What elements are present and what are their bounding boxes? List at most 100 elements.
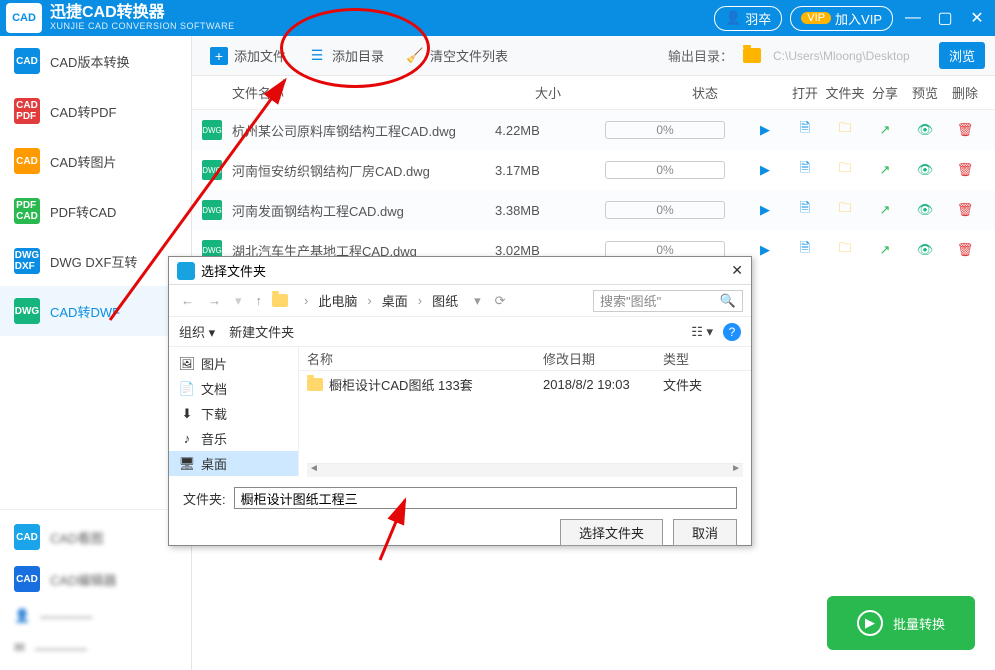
list-header-name[interactable]: 名称	[307, 349, 543, 368]
sidebar-item-contact1[interactable]: 👤————	[0, 600, 191, 632]
organize-menu[interactable]: 组织 ▾	[179, 322, 215, 341]
select-folder-button[interactable]: 选择文件夹	[560, 519, 663, 546]
sidebar-item-cad2pdf[interactable]: CADPDF CAD转PDF	[0, 86, 191, 136]
help-button[interactable]: ?	[723, 323, 741, 341]
sidebar-item-label: CAD转DWF	[50, 302, 120, 321]
list-header-date[interactable]: 修改日期	[543, 349, 663, 368]
sidebar-item-dwgdxf[interactable]: DWGDXF DWG DXF互转	[0, 236, 191, 286]
sidebar-item-label: CAD编辑器	[50, 570, 116, 589]
nav-up-button[interactable]: ↑	[252, 293, 267, 308]
play-row-button[interactable]: ▶	[745, 162, 785, 178]
share-button[interactable]: ↗	[865, 122, 905, 138]
share-button[interactable]: ↗	[865, 202, 905, 218]
sidebar-item-editor[interactable]: CAD CAD编辑器	[0, 558, 191, 600]
preview-button[interactable]: 👁	[905, 202, 945, 218]
open-file-button[interactable]: 🗎	[785, 119, 825, 141]
search-input[interactable]: 搜索"图纸" 🔍	[593, 290, 743, 312]
open-folder-button[interactable]: 🗀	[825, 239, 865, 261]
delete-button[interactable]: 🗑	[945, 162, 985, 178]
col-delete: 删除	[945, 83, 985, 102]
share-button[interactable]: ↗	[865, 242, 905, 258]
tree-item[interactable]: ⬇下载	[169, 401, 298, 426]
open-folder-button[interactable]: 🗀	[825, 159, 865, 181]
open-file-button[interactable]: 🗎	[785, 159, 825, 181]
sidebar-item-viewer[interactable]: CAD CAD看图	[0, 516, 191, 558]
sidebar-item-contact2[interactable]: ✉————	[0, 632, 191, 664]
delete-button[interactable]: 🗑	[945, 242, 985, 258]
progress-bar: 0%	[605, 161, 725, 179]
breadcrumb-1[interactable]: 桌面	[382, 291, 408, 310]
tree-item[interactable]: ♪音乐	[169, 426, 298, 451]
tree-icon: ♪	[179, 431, 195, 447]
dwg-icon: DWG	[202, 160, 222, 180]
list-item[interactable]: 橱柜设计CAD图纸 133套2018/8/2 19:03文件夹	[299, 371, 751, 397]
sidebar-item-pdf2cad[interactable]: PDFCAD PDF转CAD	[0, 186, 191, 236]
minimize-button[interactable]: —	[901, 6, 925, 30]
app-title: 迅捷CAD转换器	[50, 5, 714, 21]
add-dir-button[interactable]: ☰ 添加目录	[300, 42, 392, 69]
col-open: 打开	[785, 83, 825, 102]
dwg-icon: DWG	[202, 120, 222, 140]
open-folder-button[interactable]: 🗀	[825, 199, 865, 221]
nav-forward-button[interactable]: →	[204, 293, 225, 308]
list-item-type: 文件夹	[663, 375, 743, 394]
browse-button[interactable]: 浏览	[939, 42, 985, 69]
delete-button[interactable]: 🗑	[945, 122, 985, 138]
sidebar: CAD CAD版本转换 CADPDF CAD转PDF CAD CAD转图片 PD…	[0, 36, 192, 670]
nav-dropdown[interactable]: ▾	[231, 293, 246, 309]
breadcrumb-2[interactable]: 图纸	[432, 291, 458, 310]
sidebar-item-cad2img[interactable]: CAD CAD转图片	[0, 136, 191, 186]
file-name: 河南发面钢结构工程CAD.dwg	[232, 201, 495, 220]
breadcrumb-0[interactable]: 此电脑	[318, 291, 357, 310]
open-folder-button[interactable]: 🗀	[825, 119, 865, 141]
preview-button[interactable]: 👁	[905, 242, 945, 258]
tree-item[interactable]: 🖥桌面	[169, 451, 298, 476]
plus-icon: +	[210, 47, 228, 65]
folder-icon	[743, 48, 761, 63]
play-row-button[interactable]: ▶	[745, 202, 785, 218]
cancel-button[interactable]: 取消	[673, 519, 737, 546]
dialog-close-button[interactable]: ✕	[731, 262, 743, 279]
vip-label: 加入VIP	[835, 9, 882, 28]
user-name: 羽卒	[745, 9, 771, 28]
open-file-button[interactable]: 🗎	[785, 199, 825, 221]
maximize-button[interactable]: ▢	[933, 6, 957, 30]
preview-button[interactable]: 👁	[905, 162, 945, 178]
add-file-button[interactable]: + 添加文件	[202, 42, 294, 69]
tree-icon: ⬇	[179, 406, 195, 422]
folder-name-input[interactable]	[234, 487, 737, 509]
open-file-button[interactable]: 🗎	[785, 239, 825, 261]
list-header-type[interactable]: 类型	[663, 349, 743, 368]
user-chip[interactable]: 👤 羽卒	[714, 6, 782, 31]
clear-list-label: 清空文件列表	[430, 46, 508, 65]
delete-button[interactable]: 🗑	[945, 202, 985, 218]
dwg-icon: DWG	[202, 200, 222, 220]
sidebar-item-version[interactable]: CAD CAD版本转换	[0, 36, 191, 86]
close-button[interactable]: ✕	[965, 6, 989, 30]
nav-back-button[interactable]: ←	[177, 293, 198, 308]
col-folder: 文件夹	[825, 83, 865, 102]
folder-icon	[307, 378, 323, 391]
horizontal-scrollbar[interactable]	[307, 463, 743, 477]
person-icon: 👤	[14, 608, 30, 624]
preview-button[interactable]: 👁	[905, 122, 945, 138]
share-button[interactable]: ↗	[865, 162, 905, 178]
vip-button[interactable]: VIP 加入VIP	[790, 6, 893, 31]
view-menu[interactable]: ☷ ▾	[691, 324, 713, 340]
pdf2cad-icon: PDFCAD	[14, 198, 40, 224]
table-row: DWG河南发面钢结构工程CAD.dwg3.38MB0%▶🗎🗀↗👁🗑	[192, 190, 995, 230]
dwf-icon: DWG	[14, 298, 40, 324]
batch-convert-button[interactable]: ▶ 批量转换	[827, 596, 975, 650]
refresh-button[interactable]: ⟳	[491, 293, 510, 309]
play-row-button[interactable]: ▶	[745, 122, 785, 138]
sidebar-item-cad2dwf[interactable]: DWG CAD转DWF	[0, 286, 191, 336]
toolbar: + 添加文件 ☰ 添加目录 🧹 清空文件列表 输出目录： C:\Users\Ml…	[192, 36, 995, 76]
tree-item[interactable]: 📄文档	[169, 376, 298, 401]
sidebar-item-label: CAD看图	[50, 528, 103, 547]
clear-list-button[interactable]: 🧹 清空文件列表	[398, 42, 516, 69]
file-name: 河南恒安纺织钢结构厂房CAD.dwg	[232, 161, 495, 180]
table-row: DWG河南恒安纺织钢结构厂房CAD.dwg3.17MB0%▶🗎🗀↗👁🗑	[192, 150, 995, 190]
tree-label: 图片	[201, 354, 227, 373]
new-folder-button[interactable]: 新建文件夹	[229, 322, 294, 341]
tree-item[interactable]: 🖼图片	[169, 351, 298, 376]
